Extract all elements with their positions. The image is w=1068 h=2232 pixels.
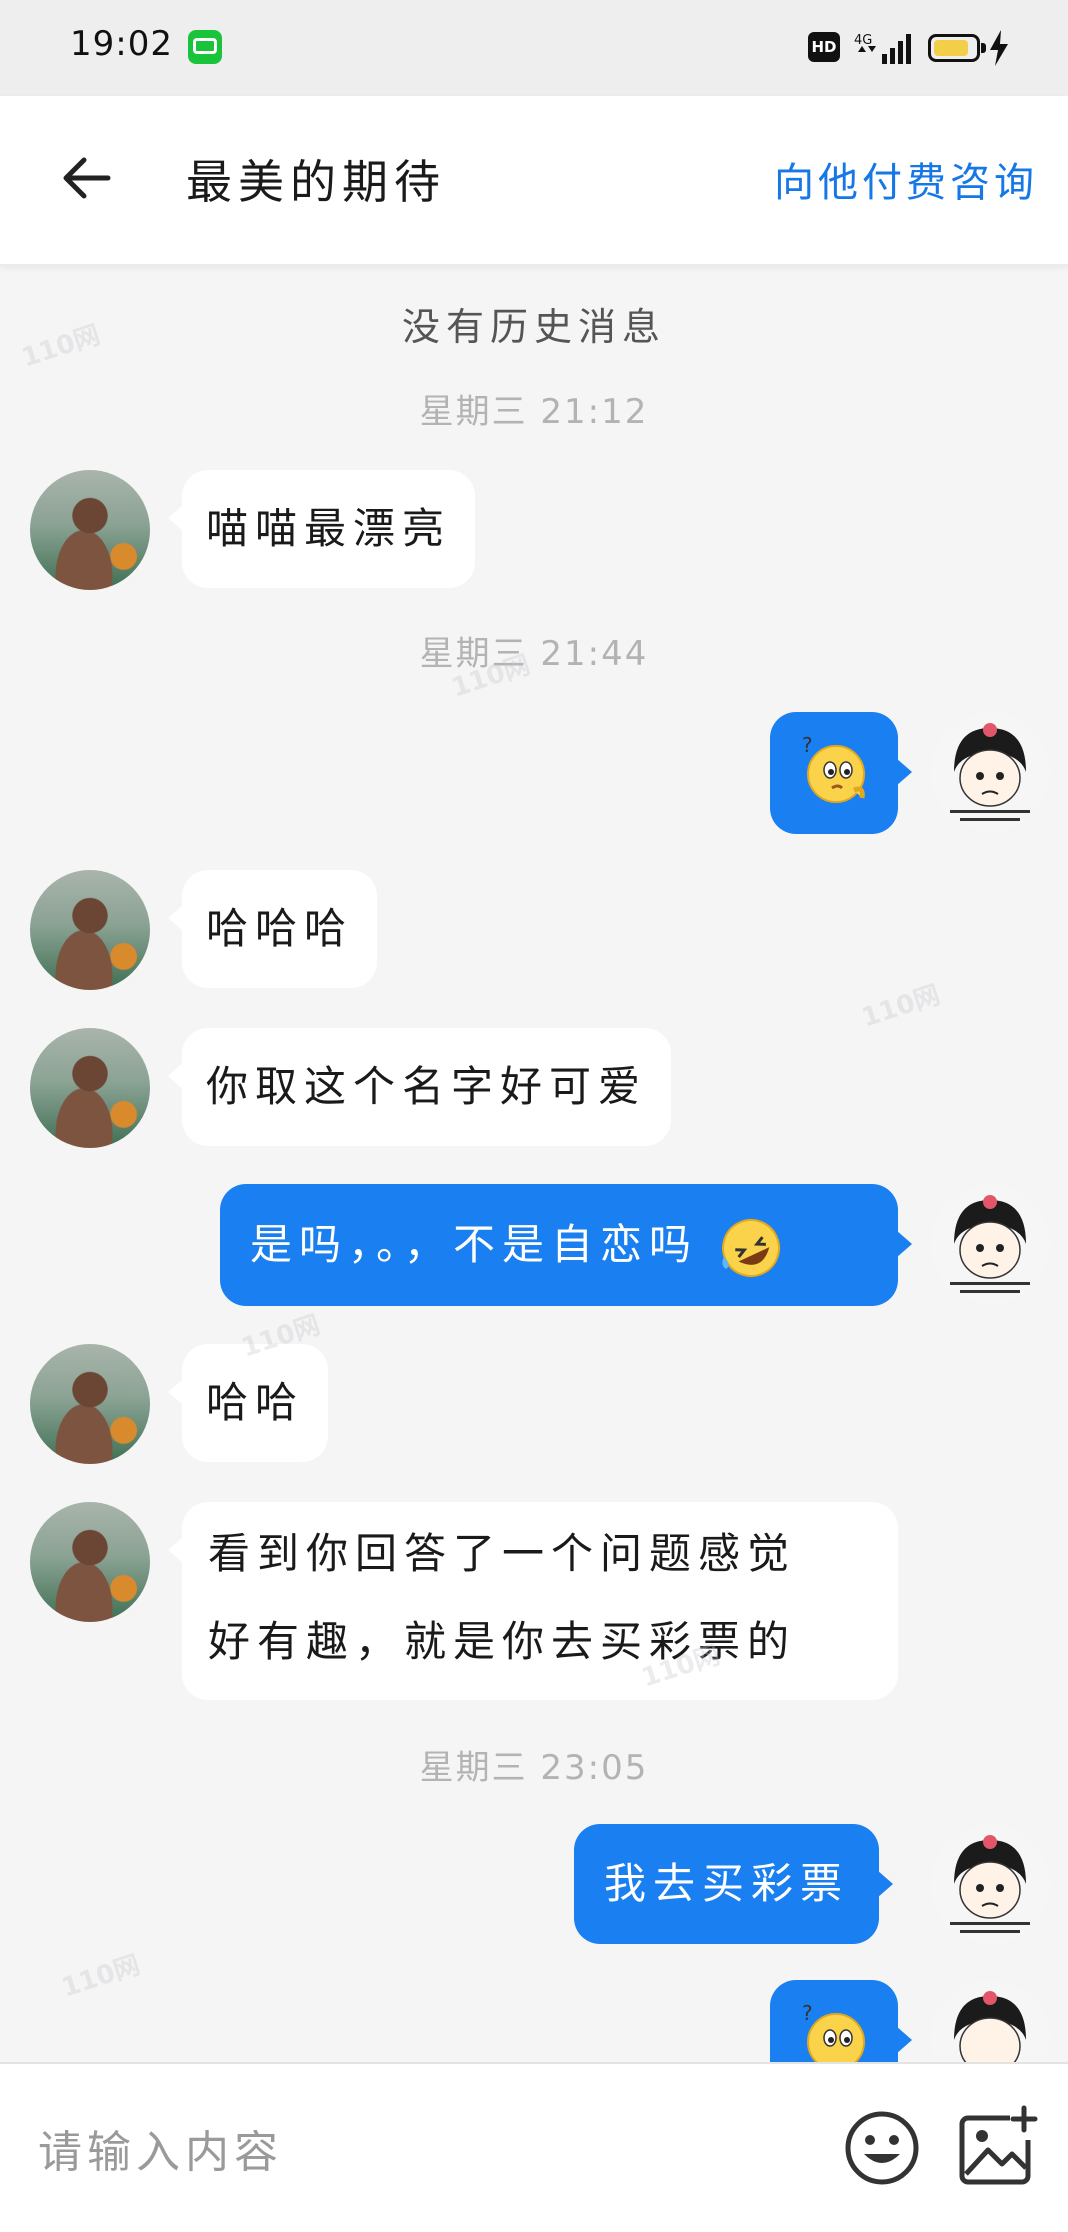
status-time: 19:02 [70, 24, 173, 64]
message-line: 看到你回答了一个问题感觉 [208, 1529, 797, 1578]
svg-text:?: ? [802, 2002, 820, 2025]
battery-icon [928, 34, 986, 62]
charging-icon [990, 30, 1008, 66]
emoji-button[interactable] [842, 2108, 922, 2188]
message-line: 好有趣，就是你去买彩票的 [208, 1617, 797, 1666]
status-bar: 19:02 HD 4G [0, 0, 1068, 96]
sent-message[interactable]: ? [770, 712, 912, 834]
thinking-face-emoji: ? [802, 2002, 865, 2062]
my-avatar[interactable] [930, 1184, 1050, 1304]
received-message[interactable]: 你取这个名字好可爱 [167, 1028, 672, 1146]
contact-avatar[interactable] [30, 1344, 150, 1464]
my-avatar[interactable] [930, 1824, 1050, 1944]
back-arrow-icon [63, 157, 111, 199]
girl-avatar-image [930, 1980, 1050, 2062]
input-bar [0, 2062, 1068, 2232]
signal-icon: 4G [854, 33, 911, 64]
svg-text:?: ? [802, 734, 820, 757]
message-list[interactable]: 没有历史消息 星期三 21:12 喵喵最漂亮 星期三 21:44 ? 哈哈哈 你… [0, 266, 1068, 2062]
no-history-note: 没有历史消息 [401, 305, 666, 349]
girl-avatar-image [930, 712, 1050, 832]
timestamp: 星期三 21:12 [419, 392, 649, 432]
chat-header: 最美的期待 向他付费咨询 [0, 96, 1068, 266]
iqiyi-app-icon [188, 30, 222, 64]
sent-message[interactable]: ? [770, 1980, 912, 2062]
my-avatar[interactable] [930, 1980, 1050, 2062]
received-message[interactable]: 哈哈 [167, 1344, 329, 1462]
received-message[interactable]: 看到你回答了一个问题感觉 好有趣，就是你去买彩票的 [168, 1502, 898, 1700]
my-avatar[interactable] [930, 712, 1050, 832]
contact-avatar[interactable] [30, 1028, 150, 1148]
thinking-face-emoji: ? [802, 734, 865, 803]
paid-consult-link[interactable]: 向他付费咨询 [774, 150, 1038, 208]
contact-avatar[interactable] [30, 470, 150, 590]
timestamp: 星期三 23:05 [419, 1748, 649, 1788]
watermark: 110网 [858, 980, 944, 1034]
contact-avatar[interactable] [30, 1502, 150, 1622]
received-message[interactable]: 喵喵最漂亮 [167, 470, 476, 588]
timestamp: 星期三 21:44 [419, 634, 649, 674]
received-message[interactable]: 哈哈哈 [167, 870, 378, 988]
add-image-button[interactable] [956, 2104, 1040, 2188]
sent-message[interactable]: 我去买彩票 [574, 1824, 894, 1944]
hd-badge: HD [808, 32, 840, 62]
girl-avatar-image [930, 1184, 1050, 1304]
network-type: 4G [854, 33, 872, 48]
watermark: 110网 [58, 1950, 144, 2004]
contact-avatar[interactable] [30, 870, 150, 990]
chat-screen: 19:02 HD 4G 最美的期待 向他付费咨询 没有历史消息 星期三 21:1… [0, 0, 1068, 2232]
girl-avatar-image [930, 1824, 1050, 1944]
message-input[interactable] [36, 2116, 800, 2188]
page-title: 最美的期待 [186, 155, 446, 209]
sent-message[interactable]: 是吗，。，不是自恋吗 [220, 1184, 912, 1306]
back-button[interactable] [48, 140, 124, 216]
sent-message-text: 是吗，。，不是自恋吗 [250, 1220, 699, 1269]
rolling-laughing-emoji [722, 1218, 781, 1277]
